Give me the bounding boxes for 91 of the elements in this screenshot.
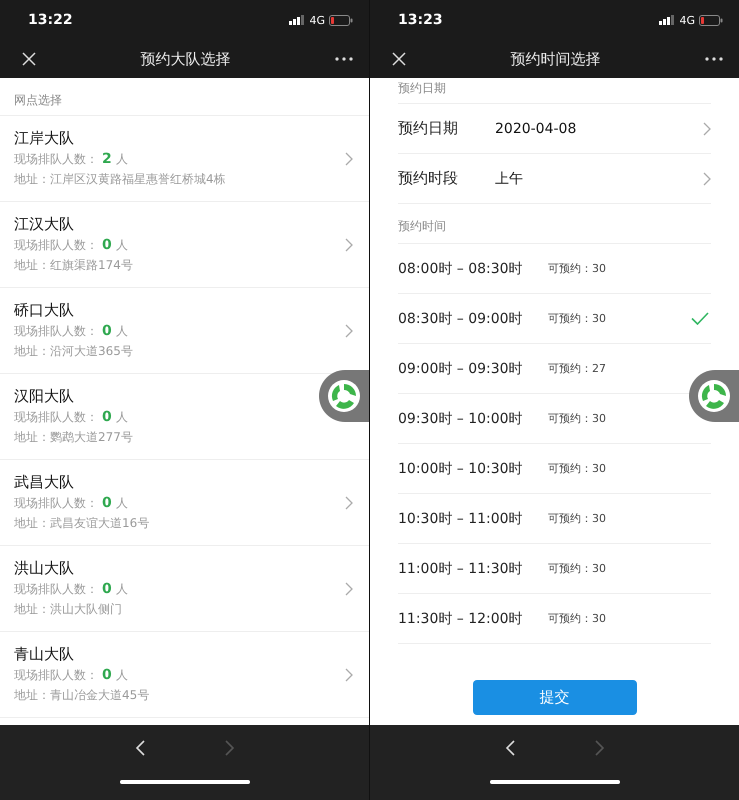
close-icon[interactable]: [22, 52, 36, 66]
queue-label: 现场排队人数：: [14, 409, 98, 426]
slot-time: 09:30时 – 10:00时: [398, 410, 524, 428]
back-icon[interactable]: [504, 740, 514, 756]
queue-count: 2: [102, 151, 112, 167]
queue-unit: 人: [116, 323, 128, 340]
station-address: 地址：洪山大队侧门: [14, 601, 123, 618]
station-address: 地址：红旗渠路174号: [14, 257, 133, 274]
page-title: 预约大队选择: [140, 50, 230, 68]
section-label: 预约日期: [398, 78, 711, 104]
slot-availability: 可预约：30: [548, 561, 607, 576]
time-slot-option[interactable]: 08:00时 – 08:30时 可预约：30: [398, 244, 711, 294]
network-type: 4G: [309, 14, 325, 26]
queue-count: 0: [102, 495, 112, 511]
slot-time: 09:00时 – 09:30时: [398, 360, 524, 378]
slot-availability: 可预约：30: [548, 461, 607, 476]
station-name: 江汉大队: [14, 215, 75, 234]
queue-label: 现场排队人数：: [14, 237, 98, 254]
network-type: 4G: [679, 14, 695, 26]
station-name: 江岸大队: [14, 129, 75, 148]
signal-icon: [289, 15, 306, 25]
station-address: 地址：鹦鹉大道277号: [14, 429, 133, 446]
station-item[interactable]: 武昌大队 现场排队人数： 0 人 地址：武昌友谊大道16号: [0, 460, 369, 546]
queue-unit: 人: [116, 581, 128, 598]
slot-time: 10:30时 – 11:00时: [398, 510, 524, 528]
queue-unit: 人: [116, 495, 128, 512]
field-value: 2020-04-08: [495, 120, 578, 136]
slot-availability: 可预约：30: [548, 511, 607, 526]
battery-icon: [699, 14, 723, 26]
section-label: 网点选择: [0, 78, 369, 116]
field-value: 上午: [495, 170, 524, 188]
field-label: 预约时段: [398, 169, 459, 188]
more-icon[interactable]: [705, 57, 723, 61]
slot-availability: 可预约：27: [548, 361, 607, 376]
battery-icon: [329, 14, 353, 26]
station-item[interactable]: 青山大队 现场排队人数： 0 人 地址：青山冶金大道45号: [0, 632, 369, 718]
time-slot-option[interactable]: 10:00时 – 10:30时 可预约：30: [398, 444, 711, 494]
queue-unit: 人: [116, 237, 128, 254]
slot-availability: 可预约：30: [548, 611, 607, 626]
station-item[interactable]: 江岸大队 现场排队人数： 2 人 地址：江岸区汉黄路福星惠誉红桥城4栋: [0, 116, 369, 202]
chevron-icon: [703, 122, 711, 136]
status-time: 13:22: [28, 12, 73, 28]
picker-row[interactable]: 预约时段 上午: [398, 154, 711, 204]
slot-time: 08:30时 – 09:00时: [398, 310, 524, 328]
station-name: 硚口大队: [14, 301, 75, 320]
station-address: 地址：沿河大道365号: [14, 343, 133, 360]
page-title: 预约时间选择: [510, 50, 600, 68]
signal-icon: [659, 15, 676, 25]
station-item[interactable]: 洪山大队 现场排队人数： 0 人 地址：洪山大队侧门: [0, 546, 369, 632]
time-slot-option[interactable]: 11:30时 – 12:00时 可预约：30: [398, 594, 711, 644]
station-item[interactable]: 江汉大队 现场排队人数： 0 人 地址：红旗渠路174号: [0, 202, 369, 288]
queue-label: 现场排队人数：: [14, 667, 98, 684]
close-icon[interactable]: [392, 52, 406, 66]
queue-label: 现场排队人数：: [14, 581, 98, 598]
slot-availability: 可预约：30: [548, 261, 607, 276]
queue-label: 现场排队人数：: [14, 151, 98, 168]
queue-unit: 人: [116, 151, 128, 168]
slot-time: 11:00时 – 11:30时: [398, 560, 524, 578]
slot-time: 11:30时 – 12:00时: [398, 610, 524, 628]
chevron-icon: [703, 172, 711, 186]
swirl-logo-icon: [327, 379, 361, 413]
swirl-logo-icon: [697, 379, 731, 413]
picker-row[interactable]: 预约日期 2020-04-08: [398, 104, 711, 154]
queue-count: 0: [102, 323, 112, 339]
station-name: 青山大队: [14, 645, 75, 664]
queue-count: 0: [102, 409, 112, 425]
queue-count: 0: [102, 667, 112, 683]
queue-label: 现场排队人数：: [14, 495, 98, 512]
slot-time: 08:00时 – 08:30时: [398, 260, 524, 278]
time-slot-option[interactable]: 10:30时 – 11:00时 可预约：30: [398, 494, 711, 544]
section-label: 预约时间: [398, 204, 711, 244]
queue-label: 现场排队人数：: [14, 323, 98, 340]
status-time: 13:23: [398, 12, 443, 28]
station-name: 武昌大队: [14, 473, 75, 492]
queue-count: 0: [102, 581, 112, 597]
time-slot-option[interactable]: 11:00时 – 11:30时 可预约：30: [398, 544, 711, 594]
station-address: 地址：青山冶金大道45号: [14, 687, 150, 704]
slot-availability: 可预约：30: [548, 411, 607, 426]
slot-availability: 可预约：30: [548, 311, 607, 326]
field-label: 预约日期: [398, 119, 459, 138]
time-slot-option[interactable]: 08:30时 – 09:00时 可预约：30: [398, 294, 711, 344]
queue-unit: 人: [116, 409, 128, 426]
station-name: 洪山大队: [14, 559, 75, 578]
station-address: 地址：武昌友谊大道16号: [14, 515, 150, 532]
station-address: 地址：江岸区汉黄路福星惠誉红桥城4栋: [14, 171, 226, 188]
queue-unit: 人: [116, 667, 128, 684]
back-icon[interactable]: [134, 740, 144, 756]
station-name: 汉阳大队: [14, 387, 75, 406]
more-icon[interactable]: [335, 57, 353, 61]
slot-time: 10:00时 – 10:30时: [398, 460, 524, 478]
queue-count: 0: [102, 237, 112, 253]
